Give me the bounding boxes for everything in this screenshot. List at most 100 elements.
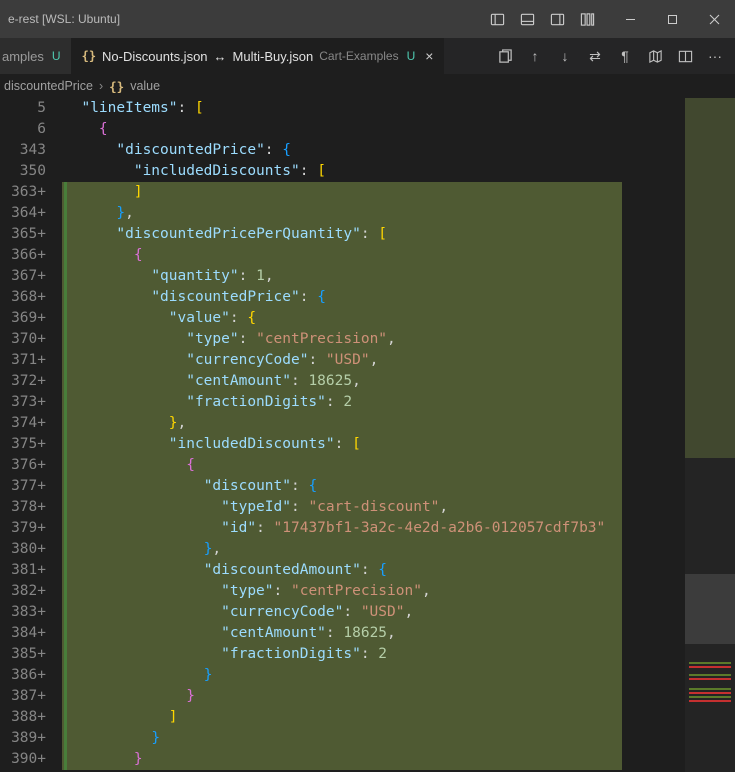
line-number: 375+ bbox=[0, 434, 46, 455]
line-number: 370+ bbox=[0, 329, 46, 350]
line-number: 376+ bbox=[0, 455, 46, 476]
line-number: 389+ bbox=[0, 728, 46, 749]
code-line[interactable]: { bbox=[64, 119, 735, 140]
code-line[interactable]: "centAmount": 18625, bbox=[64, 623, 735, 644]
code-line[interactable]: "type": "centPrecision", bbox=[64, 581, 735, 602]
code-line[interactable]: ] bbox=[64, 182, 735, 203]
tab-folder: Cart-Examples bbox=[319, 49, 398, 63]
code-line[interactable]: } bbox=[64, 686, 735, 707]
layout-icon-group bbox=[483, 5, 601, 33]
code-line[interactable]: }, bbox=[64, 413, 735, 434]
minimap-added-mark bbox=[689, 674, 731, 676]
maximize-button[interactable] bbox=[651, 0, 693, 38]
code-line[interactable]: "discountedPrice": { bbox=[64, 140, 735, 161]
minimap-viewport-slider[interactable] bbox=[685, 574, 735, 644]
code-line[interactable]: }, bbox=[64, 539, 735, 560]
code-line[interactable]: { bbox=[64, 245, 735, 266]
code-line[interactable]: } bbox=[64, 749, 735, 770]
code-editor[interactable]: 56343350363+364+365+366+367+368+369+370+… bbox=[0, 98, 735, 772]
code-line[interactable]: "fractionDigits": 2 bbox=[64, 644, 735, 665]
chevron-right-icon: › bbox=[99, 79, 103, 93]
close-tab-icon[interactable]: × bbox=[425, 48, 433, 64]
code-line[interactable]: } bbox=[64, 728, 735, 749]
code-line[interactable]: "id": "17437bf1-3a2c-4e2d-a2b6-012057cdf… bbox=[64, 518, 735, 539]
tab-inactive[interactable]: amples U bbox=[0, 38, 72, 74]
line-number: 6 bbox=[0, 119, 46, 140]
code-line[interactable]: ] bbox=[64, 707, 735, 728]
line-number: 372+ bbox=[0, 371, 46, 392]
line-number: 364+ bbox=[0, 203, 46, 224]
code-line[interactable]: "discount": { bbox=[64, 476, 735, 497]
code-content[interactable]: "lineItems": [ { "discountedPrice": { "i… bbox=[60, 98, 735, 772]
code-line[interactable]: "currencyCode": "USD", bbox=[64, 602, 735, 623]
code-line[interactable]: "includedDiscounts": [ bbox=[64, 161, 735, 182]
tab-modified-badge: U bbox=[52, 49, 61, 63]
line-number: 5 bbox=[0, 98, 46, 119]
code-line[interactable]: "discountedPrice": { bbox=[64, 287, 735, 308]
minimap-removed-mark bbox=[689, 700, 731, 702]
next-change-arrow-down-icon[interactable]: ↓ bbox=[551, 42, 579, 70]
line-number: 365+ bbox=[0, 224, 46, 245]
minimap-removed-mark bbox=[689, 692, 731, 694]
compare-arrow-icon: ↔ bbox=[214, 49, 227, 64]
prev-change-arrow-up-icon[interactable]: ↑ bbox=[521, 42, 549, 70]
code-line[interactable]: "currencyCode": "USD", bbox=[64, 350, 735, 371]
minimap[interactable] bbox=[685, 98, 735, 772]
minimap-added-mark bbox=[689, 662, 731, 664]
layout-panel-right-icon[interactable] bbox=[543, 5, 571, 33]
json-object-icon: {} bbox=[109, 79, 124, 94]
code-line[interactable]: { bbox=[64, 455, 735, 476]
line-number: 390+ bbox=[0, 749, 46, 770]
code-line[interactable]: "value": { bbox=[64, 308, 735, 329]
line-number: 350 bbox=[0, 161, 46, 182]
close-window-button[interactable] bbox=[693, 0, 735, 38]
line-number: 374+ bbox=[0, 413, 46, 434]
code-line[interactable]: "lineItems": [ bbox=[64, 98, 735, 119]
line-number-gutter: 56343350363+364+365+366+367+368+369+370+… bbox=[0, 98, 60, 772]
code-line[interactable]: "includedDiscounts": [ bbox=[64, 434, 735, 455]
code-line[interactable]: "type": "centPrecision", bbox=[64, 329, 735, 350]
json-file-icon: {} bbox=[82, 49, 96, 63]
more-actions-icon[interactable]: ··· bbox=[701, 42, 729, 70]
line-number: 369+ bbox=[0, 308, 46, 329]
minimap-added-mark bbox=[689, 688, 731, 690]
toggle-whitespace-icon[interactable]: ¶ bbox=[611, 42, 639, 70]
layout-panel-bottom-icon[interactable] bbox=[513, 5, 541, 33]
line-number: 380+ bbox=[0, 539, 46, 560]
line-number: 383+ bbox=[0, 602, 46, 623]
editor-action-bar: ↑ ↓ ⇄ ¶ ··· bbox=[491, 38, 735, 74]
code-line[interactable]: } bbox=[64, 665, 735, 686]
line-number: 386+ bbox=[0, 665, 46, 686]
minimize-button[interactable] bbox=[609, 0, 651, 38]
tab-file-right: Multi-Buy.json bbox=[233, 49, 314, 64]
tab-bar: amples U {} No-Discounts.json ↔ Multi-Bu… bbox=[0, 38, 735, 74]
window-title-bar: e-rest [WSL: Ubuntu] bbox=[0, 0, 735, 38]
line-number: 371+ bbox=[0, 350, 46, 371]
code-line[interactable]: "quantity": 1, bbox=[64, 266, 735, 287]
code-line[interactable]: }, bbox=[64, 203, 735, 224]
line-number: 373+ bbox=[0, 392, 46, 413]
map-icon[interactable] bbox=[641, 42, 669, 70]
code-line[interactable]: "discountedPricePerQuantity": [ bbox=[64, 224, 735, 245]
open-changes-icon[interactable] bbox=[491, 42, 519, 70]
breadcrumb-segment[interactable]: value bbox=[130, 79, 160, 93]
line-number: 378+ bbox=[0, 497, 46, 518]
minimap-removed-mark bbox=[689, 678, 731, 680]
line-number: 381+ bbox=[0, 560, 46, 581]
tab-active[interactable]: {} No-Discounts.json ↔ Multi-Buy.json Ca… bbox=[72, 38, 445, 74]
minimap-added-region bbox=[685, 98, 735, 458]
code-line[interactable]: "discountedAmount": { bbox=[64, 560, 735, 581]
swap-sides-icon[interactable]: ⇄ bbox=[581, 42, 609, 70]
line-number: 366+ bbox=[0, 245, 46, 266]
breadcrumb[interactable]: discountedPrice › {} value bbox=[0, 74, 735, 98]
code-line[interactable]: "fractionDigits": 2 bbox=[64, 392, 735, 413]
tab-modified-badge: U bbox=[407, 49, 416, 63]
split-editor-icon[interactable] bbox=[671, 42, 699, 70]
code-line[interactable]: "centAmount": 18625, bbox=[64, 371, 735, 392]
layout-panel-left-icon[interactable] bbox=[483, 5, 511, 33]
tab-label: amples bbox=[2, 49, 44, 64]
breadcrumb-segment[interactable]: discountedPrice bbox=[4, 79, 93, 93]
code-line[interactable]: "typeId": "cart-discount", bbox=[64, 497, 735, 518]
line-number: 382+ bbox=[0, 581, 46, 602]
customize-layout-icon[interactable] bbox=[573, 5, 601, 33]
